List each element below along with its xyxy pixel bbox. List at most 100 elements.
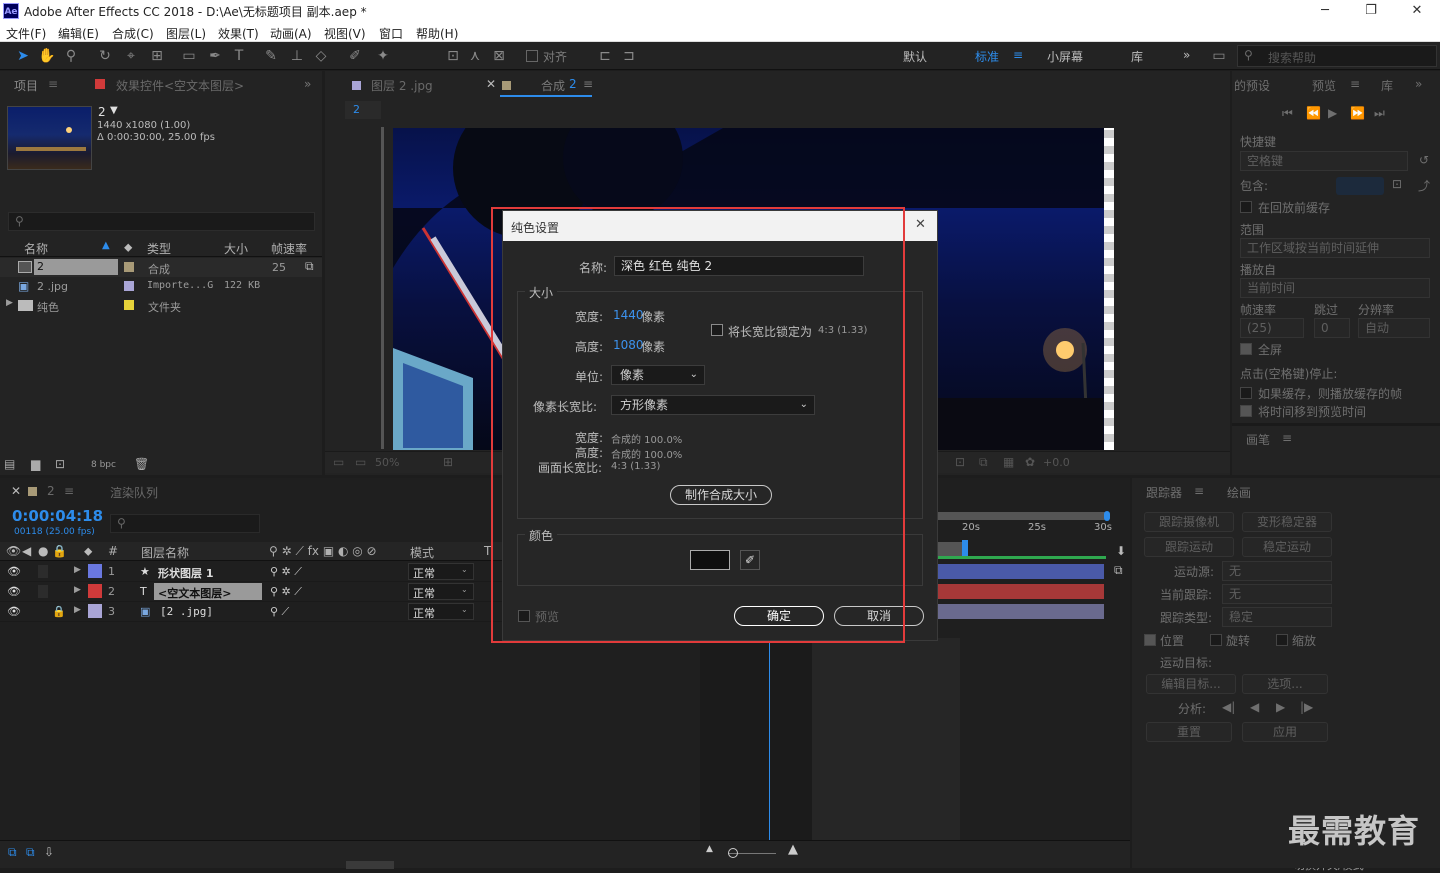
move-time-checkbox[interactable] [1240, 405, 1252, 417]
layer-lock-icon[interactable]: 🔒 [52, 605, 66, 618]
tab-library[interactable]: 库 [1381, 77, 1393, 94]
make-comp-size-button[interactable]: 制作合成大小 [670, 485, 772, 505]
flowchart-footer-icon[interactable]: ⧉ [979, 455, 988, 470]
tab-composition-number[interactable]: 2 [569, 77, 577, 91]
cancel-button[interactable]: 取消 [834, 606, 924, 626]
search-help-field[interactable]: ⚲ 搜索帮助 [1237, 45, 1437, 67]
stabilize-motion-button[interactable]: 稳定运动 [1242, 537, 1332, 557]
tab-layer[interactable]: 图层 2 .jpg [371, 77, 433, 94]
rectangle-tool-icon[interactable]: ▭ [180, 47, 198, 65]
layer-switches[interactable]: ⚲ ⟋ [270, 605, 289, 619]
zoom-in-icon[interactable]: ▲ [788, 842, 798, 857]
warp-stabilizer-button[interactable]: 变形稳定器 [1242, 512, 1332, 532]
next-frame-icon[interactable]: ⏩ [1350, 106, 1365, 120]
clone-stamp-tool-icon[interactable]: ⊥ [288, 47, 306, 65]
camera-tool-icon[interactable]: ⌖ [122, 47, 140, 65]
tab-paint[interactable]: 绘画 [1227, 484, 1251, 501]
close-tab-icon[interactable]: ✕ [486, 77, 496, 91]
project-row[interactable]: ▣ 2 .jpg Importe...G 122 KB [0, 277, 322, 296]
pixel-aspect-select[interactable]: 方形像素 ⌄ [611, 395, 815, 415]
tab-timeline-comp[interactable]: 2 [47, 484, 55, 498]
overlay-icon[interactable]: ⊡ [1392, 177, 1402, 191]
item-dropdown-icon[interactable]: ▼ [110, 105, 118, 116]
flowchart-icon[interactable]: ⧉ [305, 259, 314, 274]
snap-icon-1[interactable]: ⊏ [596, 47, 614, 65]
color-swatch[interactable] [690, 550, 730, 570]
name-input[interactable]: 深色 红色 纯色 2 [614, 256, 864, 276]
video-toggle-icon[interactable]: 👁 [6, 544, 21, 558]
col-size[interactable]: 大小 [224, 240, 248, 257]
label-tag-icon[interactable]: ⬥ [124, 240, 132, 255]
tab-presets[interactable]: 的预设 [1234, 77, 1270, 94]
col-type[interactable]: 类型 [147, 240, 171, 257]
workspace-small-screen[interactable]: 小屏幕 [1047, 48, 1083, 65]
fps-select[interactable]: (25) [1240, 318, 1304, 338]
panel-more-icon[interactable]: » [304, 77, 311, 91]
menu-help[interactable]: 帮助(H) [416, 25, 458, 42]
resolution-select[interactable]: 自动 [1358, 318, 1430, 338]
timeline-search-input[interactable]: ⚲ [110, 514, 260, 533]
audio-toggle-icon[interactable]: ◀ [22, 544, 31, 558]
width-value[interactable]: 1440 [613, 308, 644, 322]
hand-tool-icon[interactable]: ✋ [38, 47, 56, 65]
lock-aspect-checkbox[interactable] [711, 324, 723, 336]
close-timeline-tab-icon[interactable]: ✕ [11, 484, 21, 498]
layer-name[interactable]: [2 .jpg] [160, 605, 213, 618]
new-folder-icon[interactable]: ▆ [31, 457, 40, 471]
dialog-close-icon[interactable]: ✕ [915, 217, 926, 232]
tab-preview-menu-icon[interactable]: ≡ [1350, 77, 1360, 91]
workspace-menu-icon[interactable]: ≡ [1013, 48, 1023, 62]
row-label-color[interactable] [124, 281, 134, 291]
scale-checkbox[interactable] [1276, 634, 1288, 646]
layer-track-bar[interactable] [938, 584, 1104, 599]
motion-source-select[interactable]: 无 [1222, 561, 1332, 581]
col-fps[interactable]: 帧速率 [271, 240, 307, 257]
options-button[interactable]: 选项... [1242, 674, 1328, 694]
eye-icon[interactable]: 👁 [7, 565, 21, 578]
reset-exposure-icon[interactable]: ✿ [1025, 455, 1035, 469]
eraser-tool-icon[interactable]: ◇ [312, 47, 330, 65]
track-camera-button[interactable]: 跟踪摄像机 [1144, 512, 1234, 532]
rotate-tool-icon[interactable]: ↻ [96, 47, 114, 65]
reset-icon[interactable]: ↺ [1419, 153, 1429, 167]
mode-select[interactable]: 正常 ⌄ [408, 563, 474, 580]
apply-button[interactable]: 应用 [1242, 722, 1328, 742]
zoom-select[interactable]: 50% [375, 456, 399, 469]
workspace-more[interactable]: » [1183, 48, 1190, 62]
workspace-library[interactable]: 库 [1131, 48, 1143, 65]
work-area-bar[interactable] [938, 512, 1106, 520]
rotation-checkbox[interactable] [1210, 634, 1222, 646]
preview-more-icon[interactable]: » [1415, 77, 1422, 91]
comp-breadcrumb[interactable]: 2 [345, 101, 381, 119]
snapshot-icon[interactable]: ⊡ [955, 455, 965, 469]
row-label-color[interactable] [124, 300, 134, 310]
cache-before-checkbox[interactable] [1240, 201, 1252, 213]
menu-layer[interactable]: 图层(L) [166, 25, 206, 42]
always-preview-icon[interactable]: ▭ [333, 455, 344, 469]
snap-icon-2[interactable]: ⊐ [620, 47, 638, 65]
project-row[interactable]: 2 合成 25 ⧉ [0, 258, 322, 277]
layer-color[interactable] [88, 604, 102, 618]
play-icon[interactable]: ▶ [1328, 106, 1337, 120]
eyedropper-icon[interactable]: ✐ [740, 550, 760, 570]
col-mode[interactable]: 模式 [410, 544, 434, 561]
time-indicator-handle[interactable] [962, 540, 968, 556]
first-frame-icon[interactable]: ⏮ [1282, 106, 1293, 121]
tab-project[interactable]: 项目 [14, 77, 38, 94]
expand-arrow-icon[interactable]: ▶ [6, 298, 13, 308]
layer-name[interactable]: 形状图层 1 [158, 565, 213, 581]
menu-window[interactable]: 窗口 [379, 25, 403, 42]
tab-render-queue[interactable]: 渲染队列 [110, 484, 158, 501]
pan-behind-tool-icon[interactable]: ⊞ [148, 47, 166, 65]
units-select[interactable]: 像素 ⌄ [611, 365, 705, 385]
track-motion-button[interactable]: 跟踪运动 [1144, 537, 1234, 557]
project-row[interactable]: ▶ 纯色 文件夹 [0, 296, 322, 315]
position-checkbox[interactable] [1144, 634, 1156, 646]
tab-tracker[interactable]: 跟踪器 [1146, 484, 1182, 501]
tab-brush[interactable]: 画笔 [1246, 431, 1270, 448]
cache-hint-checkbox[interactable] [1240, 387, 1252, 399]
bit-depth-button[interactable]: 8 bpc [91, 460, 116, 470]
tab-brush-menu-icon[interactable]: ≡ [1282, 431, 1292, 445]
mode-select[interactable]: 正常 ⌄ [408, 603, 474, 620]
type-tool-icon[interactable]: T [230, 47, 248, 65]
